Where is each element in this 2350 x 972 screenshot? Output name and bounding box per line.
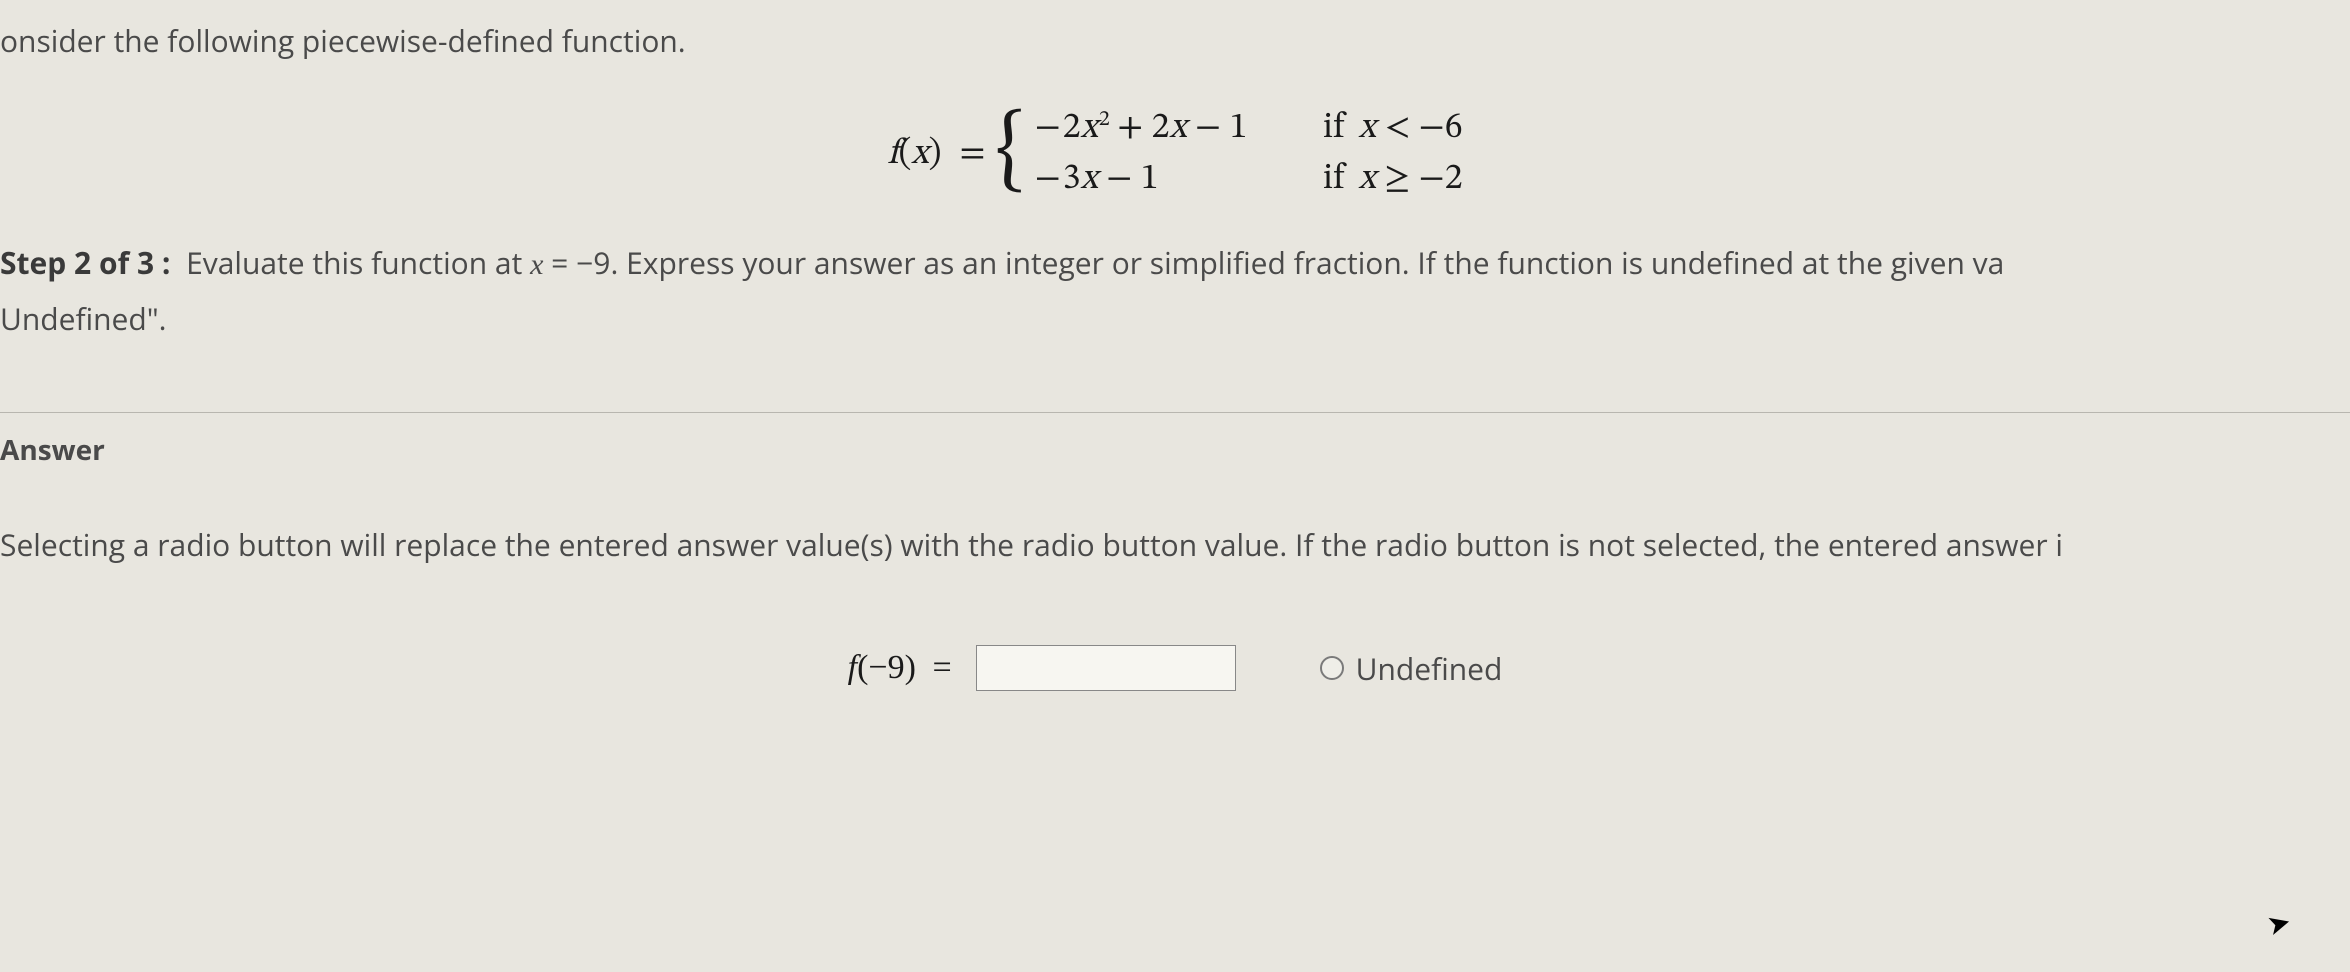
cursor-icon: ➤	[2262, 902, 2295, 945]
question-intro: onsider the following piecewise-defined …	[0, 0, 2350, 96]
step-instruction-line2: Undefined".	[0, 298, 2350, 352]
function-lhs: f(x)	[887, 132, 949, 177]
answer-area: f(−9) = Undefined	[0, 645, 2350, 691]
step-label: Step 2 of 3 :	[0, 242, 170, 283]
answer-heading: Answer	[0, 413, 2350, 524]
piecewise-function-display: f(x) = { −2x2 + 2x − 1 if x <	[0, 96, 2350, 242]
left-brace: {	[995, 107, 1032, 197]
radio-note: Selecting a radio button will replace th…	[0, 524, 2350, 645]
radio-icon	[1320, 656, 1344, 680]
equals-sign: =	[950, 132, 996, 177]
undefined-label: Undefined	[1356, 648, 1503, 689]
undefined-radio[interactable]: Undefined	[1320, 648, 1503, 689]
answer-input[interactable]	[976, 645, 1236, 691]
piece-1: −2x2 + 2x − 1 if x < −6	[1033, 106, 1463, 151]
step-instruction: Step 2 of 3 : Evaluate this function at …	[0, 242, 2350, 298]
piece-2: −3x − 1 if x ≥ −2	[1033, 157, 1463, 202]
answer-lhs: f(−9) =	[848, 649, 952, 687]
